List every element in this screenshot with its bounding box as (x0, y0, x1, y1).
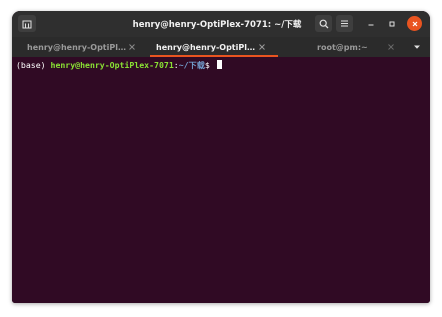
maximize-button[interactable] (384, 16, 399, 31)
terminal-output[interactable]: (base) henry@henry-OptiPlex-7071:~/下载$ (12, 57, 430, 303)
tab-close-icon[interactable] (258, 43, 266, 51)
tab-bar: henry@henry-OptiPl… henry@henry-OptiPl… … (12, 37, 430, 57)
title-bar[interactable]: henry@henry-OptiPlex-7071: ~/下载 (12, 11, 430, 37)
tab-label: henry@henry-OptiPl… (156, 42, 255, 52)
tab-3[interactable]: root@pm:~ (282, 37, 404, 57)
text-cursor (216, 60, 222, 69)
search-icon (319, 19, 328, 28)
menu-button[interactable] (336, 15, 353, 32)
search-button[interactable] (315, 15, 332, 32)
maximize-icon (389, 21, 394, 26)
close-icon (412, 21, 417, 26)
minimize-button[interactable] (363, 16, 378, 31)
tab-close-icon[interactable] (128, 43, 136, 51)
tab-1[interactable]: henry@henry-OptiPl… (12, 37, 146, 57)
hamburger-menu-icon (341, 20, 348, 27)
tab-list-button[interactable] (408, 37, 426, 57)
window-title: henry@henry-OptiPlex-7071: ~/下载 (132, 20, 302, 30)
prompt-user-host: henry@henry-OptiPlex-7071 (50, 60, 174, 70)
tab-label: henry@henry-OptiPl… (27, 42, 126, 52)
prompt-path: ~/下载 (178, 60, 205, 70)
prompt-dollar: $ (204, 60, 215, 70)
minimize-icon (368, 24, 373, 25)
close-button[interactable] (407, 16, 422, 31)
new-tab-button[interactable] (18, 15, 36, 32)
prompt-env: (base) (16, 60, 51, 70)
chevron-down-icon (414, 45, 420, 49)
tab-2[interactable]: henry@henry-OptiPl… (146, 37, 282, 57)
tab-close-icon[interactable] (387, 43, 395, 51)
terminal-window: henry@henry-OptiPlex-7071: ~/下载 henry@he… (12, 11, 430, 303)
tab-label: root@pm:~ (317, 42, 368, 52)
new-tab-icon (22, 20, 32, 28)
